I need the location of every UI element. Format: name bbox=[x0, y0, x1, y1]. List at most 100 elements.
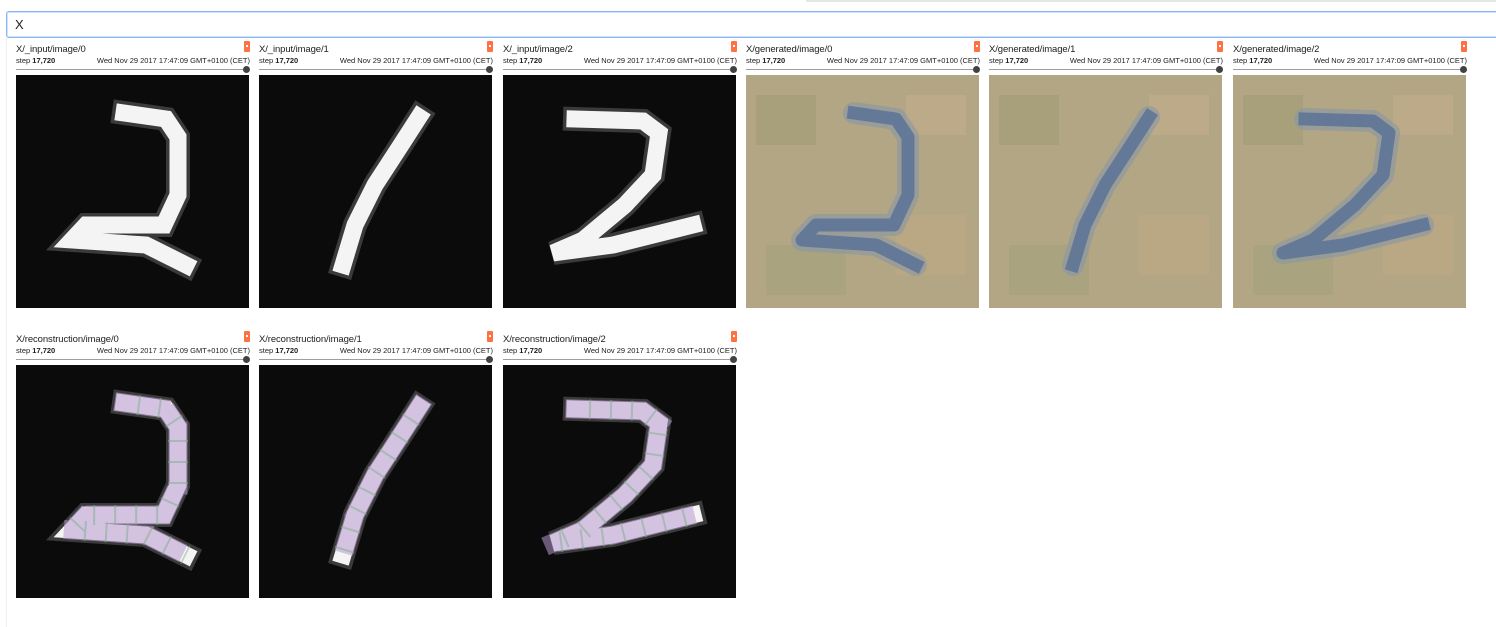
image-card: X/generated/image/0 step 17,720 Wed Nov … bbox=[746, 40, 980, 308]
wall-time: Wed Nov 29 2017 17:47:09 GMT+0100 (CET) bbox=[339, 56, 493, 65]
card-title: X/_input/image/1 bbox=[259, 44, 329, 55]
step-slider-track[interactable] bbox=[259, 69, 489, 70]
step-value: 17,720 bbox=[32, 346, 56, 355]
digit-2-grayscale-image bbox=[45, 99, 203, 282]
image-card: X/reconstruction/image/0 step 17,720 Wed… bbox=[16, 330, 250, 598]
card-title: X/reconstruction/image/1 bbox=[259, 334, 362, 345]
step-value: 17,720 bbox=[519, 56, 543, 65]
step-slider-track[interactable] bbox=[503, 359, 733, 360]
generated-digit-2-image bbox=[746, 75, 979, 308]
step-slider-track[interactable] bbox=[503, 69, 733, 70]
card-title: X/generated/image/0 bbox=[746, 44, 833, 55]
card-title: X/_input/image/0 bbox=[16, 44, 86, 55]
step-label: step bbox=[1233, 56, 1248, 65]
warning-flag-icon[interactable] bbox=[1217, 41, 1223, 52]
generated-digit-2-image bbox=[1233, 75, 1466, 308]
step-slider-track[interactable] bbox=[16, 359, 246, 360]
step-value: 17,720 bbox=[1005, 56, 1029, 65]
card-meta: step 17,720 Wed Nov 29 2017 17:47:09 GMT… bbox=[503, 56, 737, 66]
summary-image bbox=[503, 365, 736, 598]
card-title: X/reconstruction/image/0 bbox=[16, 334, 119, 345]
step-slider-handle[interactable] bbox=[973, 66, 980, 73]
digit-2-grayscale-image bbox=[548, 106, 708, 265]
reconstructed-digit-2-image bbox=[548, 396, 708, 555]
warning-flag-icon[interactable] bbox=[731, 331, 737, 342]
wall-time: Wed Nov 29 2017 17:47:09 GMT+0100 (CET) bbox=[339, 346, 493, 355]
wall-time: Wed Nov 29 2017 17:47:09 GMT+0100 (CET) bbox=[96, 56, 250, 65]
digit-1-grayscale-image bbox=[328, 100, 436, 280]
wall-time: Wed Nov 29 2017 17:47:09 GMT+0100 (CET) bbox=[1313, 56, 1467, 65]
step-slider-handle[interactable] bbox=[486, 66, 493, 73]
summary-image bbox=[1233, 75, 1466, 308]
summary-image bbox=[259, 75, 492, 308]
warning-flag-icon[interactable] bbox=[1461, 41, 1467, 52]
warning-flag-icon[interactable] bbox=[244, 331, 250, 342]
step-value: 17,720 bbox=[1249, 56, 1273, 65]
tag-filter-input[interactable] bbox=[15, 16, 915, 32]
step-label: step bbox=[746, 56, 761, 65]
step-slider-track[interactable] bbox=[259, 359, 489, 360]
top-divider bbox=[806, 0, 1496, 2]
image-card: X/reconstruction/image/2 step 17,720 Wed… bbox=[503, 330, 737, 598]
reconstructed-digit-1-image bbox=[328, 390, 436, 570]
summary-image bbox=[746, 75, 979, 308]
step-label: step bbox=[259, 346, 274, 355]
generated-digit-1-image bbox=[989, 75, 1222, 308]
step-label: step bbox=[16, 346, 31, 355]
wall-time: Wed Nov 29 2017 17:47:09 GMT+0100 (CET) bbox=[826, 56, 980, 65]
step-slider-handle[interactable] bbox=[486, 356, 493, 363]
card-meta: step 17,720 Wed Nov 29 2017 17:47:09 GMT… bbox=[1233, 56, 1467, 66]
step-slider-track[interactable] bbox=[989, 69, 1219, 70]
step-value: 17,720 bbox=[762, 56, 786, 65]
warning-flag-icon[interactable] bbox=[731, 41, 737, 52]
summary-image bbox=[989, 75, 1222, 308]
summary-image bbox=[503, 75, 736, 308]
step-slider-track[interactable] bbox=[16, 69, 246, 70]
summary-image bbox=[16, 75, 249, 308]
step-slider-track[interactable] bbox=[746, 69, 976, 70]
warning-flag-icon[interactable] bbox=[244, 41, 250, 52]
card-title: X/reconstruction/image/2 bbox=[503, 334, 606, 345]
wall-time: Wed Nov 29 2017 17:47:09 GMT+0100 (CET) bbox=[583, 346, 737, 355]
step-value: 17,720 bbox=[32, 56, 56, 65]
step-label: step bbox=[503, 56, 518, 65]
step-value: 17,720 bbox=[275, 56, 299, 65]
image-card: X/_input/image/1 step 17,720 Wed Nov 29 … bbox=[259, 40, 493, 308]
warning-flag-icon[interactable] bbox=[487, 41, 493, 52]
card-title: X/generated/image/1 bbox=[989, 44, 1076, 55]
card-meta: step 17,720 Wed Nov 29 2017 17:47:09 GMT… bbox=[259, 346, 493, 356]
wall-time: Wed Nov 29 2017 17:47:09 GMT+0100 (CET) bbox=[1069, 56, 1223, 65]
step-value: 17,720 bbox=[275, 346, 299, 355]
card-meta: step 17,720 Wed Nov 29 2017 17:47:09 GMT… bbox=[16, 346, 250, 356]
step-slider-handle[interactable] bbox=[730, 66, 737, 73]
wall-time: Wed Nov 29 2017 17:47:09 GMT+0100 (CET) bbox=[583, 56, 737, 65]
image-card: X/_input/image/0 step 17,720 Wed Nov 29 … bbox=[16, 40, 250, 308]
step-label: step bbox=[503, 346, 518, 355]
step-slider-handle[interactable] bbox=[1460, 66, 1467, 73]
card-meta: step 17,720 Wed Nov 29 2017 17:47:09 GMT… bbox=[16, 56, 250, 66]
image-card: X/_input/image/2 step 17,720 Wed Nov 29 … bbox=[503, 40, 737, 308]
step-slider-track[interactable] bbox=[1233, 69, 1463, 70]
step-slider-handle[interactable] bbox=[243, 66, 250, 73]
card-meta: step 17,720 Wed Nov 29 2017 17:47:09 GMT… bbox=[746, 56, 980, 66]
step-slider-handle[interactable] bbox=[1216, 66, 1223, 73]
card-meta: step 17,720 Wed Nov 29 2017 17:47:09 GMT… bbox=[259, 56, 493, 66]
step-slider-handle[interactable] bbox=[243, 356, 250, 363]
step-value: 17,720 bbox=[519, 346, 543, 355]
left-divider bbox=[6, 38, 7, 627]
reconstructed-digit-2-image bbox=[45, 389, 203, 572]
summary-image bbox=[259, 365, 492, 598]
warning-flag-icon[interactable] bbox=[974, 41, 980, 52]
step-label: step bbox=[989, 56, 1004, 65]
card-meta: step 17,720 Wed Nov 29 2017 17:47:09 GMT… bbox=[503, 346, 737, 356]
tag-filter-box[interactable] bbox=[6, 11, 1496, 38]
image-card: X/reconstruction/image/1 step 17,720 Wed… bbox=[259, 330, 493, 598]
step-label: step bbox=[16, 56, 31, 65]
card-meta: step 17,720 Wed Nov 29 2017 17:47:09 GMT… bbox=[989, 56, 1223, 66]
image-card: X/generated/image/2 step 17,720 Wed Nov … bbox=[1233, 40, 1467, 308]
summary-image bbox=[16, 365, 249, 598]
step-slider-handle[interactable] bbox=[730, 356, 737, 363]
warning-flag-icon[interactable] bbox=[487, 331, 493, 342]
card-title: X/_input/image/2 bbox=[503, 44, 573, 55]
image-card: X/generated/image/1 step 17,720 Wed Nov … bbox=[989, 40, 1223, 308]
